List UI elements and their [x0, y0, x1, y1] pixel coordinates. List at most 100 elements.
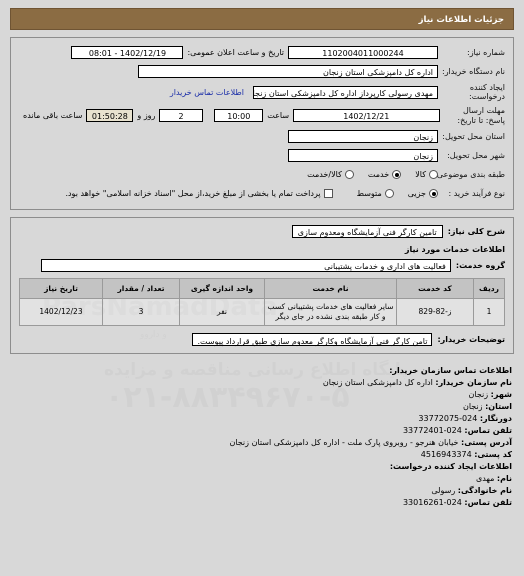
delivery-city-row: شهر محل تحویل: زنجان [19, 149, 505, 163]
remaining-days-value: 2 [159, 109, 203, 123]
contact-address-row: آدرس پستی: خیابان هنرجو - روبروی پارک مل… [10, 437, 512, 449]
creator-last-name-label: نام خانوادگی: [457, 486, 512, 495]
need-number-label: شماره نیاز: [467, 47, 505, 57]
delivery-province-label: استان محل تحویل: [442, 132, 505, 142]
org-name-row: نام سازمان خریدار: اداره کل دامپزشکی است… [10, 377, 512, 389]
table-column-header: نام خدمت [264, 277, 397, 299]
creator-value: مهدی رسولی کارپرداز اداره کل دامپزشکی اس… [253, 85, 438, 99]
contact-province-row: استان: زنجان [10, 401, 512, 413]
cell-service-name: سایر فعالیت های خدمات پشتیبانی کسب و کار… [264, 297, 397, 327]
delivery-city-label: شهر محل تحویل: [447, 151, 505, 161]
buyer-org-row: نام دستگاه خریدار: اداره کل دامپزشکی است… [19, 64, 505, 78]
contact-city-label: شهر: [490, 390, 512, 399]
cell-service-code: ز-82-829 [396, 297, 474, 327]
contact-fax-value: 33772075-024 [418, 414, 478, 423]
countdown-timer: 01:50:28 [86, 109, 134, 123]
service-group-row: گروه خدمت: فعالیت های اداری و خدمات پشتی… [19, 259, 505, 273]
buyer-notes-value: تامن کارگر فنی آزمایشگاه وکارگر معدوم سا… [192, 333, 433, 346]
radio-icon[interactable] [392, 170, 402, 180]
radio-icon[interactable] [384, 189, 394, 199]
cell-row-index: 1 [473, 297, 505, 327]
deadline-time-value: 10:00 [214, 109, 264, 123]
buyer-notes-row: توضیحات خریدار: تامن کارگر فنی آزمایشگاه… [19, 333, 505, 346]
contact-province-value: زنجان [462, 402, 483, 411]
need-info-panel: شماره نیاز: 1102004011000244 تاریخ و ساع… [10, 37, 514, 210]
remaining-days-label: روز و [137, 111, 156, 121]
creator-label: ایجاد کننده درخواست: [469, 83, 505, 102]
classification-option-label: کالا/خدمت [307, 170, 342, 180]
announce-datetime-label: تاریخ و ساعت اعلان عمومی: [187, 47, 284, 57]
contact-address-value: خیابان هنرجو - روبروی پارک ملت - اداره ک… [229, 438, 459, 447]
deadline-row: مهلت ارسال پاسخ: تا تاریخ: 1402/12/21 سا… [19, 106, 505, 124]
countdown-label: ساعت باقی مانده [23, 111, 83, 121]
creator-first-name-label: نام: [496, 474, 512, 483]
org-contact-section-title-text: اطلاعات تماس سازمان خریدار: [389, 366, 512, 375]
page-title: جزئیات اطلاعات نیاز [10, 8, 514, 30]
classification-option-label: خدمت [367, 170, 390, 180]
contact-address-label: آدرس پستی: [461, 438, 512, 447]
contact-postal-label: کد پستی: [474, 450, 512, 459]
buyer-org-label: نام دستگاه خریدار: [442, 66, 505, 76]
radio-icon[interactable] [344, 170, 354, 180]
creator-phone-label: تلفن تماس: [464, 498, 512, 507]
process-option-label: متوسط [356, 189, 382, 199]
classification-option-label: کالا [415, 170, 426, 180]
contact-phone-value: 33772401-024 [402, 426, 462, 435]
table-column-header: تاریخ نیاز [19, 277, 103, 299]
classification-option-khedmat[interactable]: خدمت [367, 170, 402, 180]
creator-last-name-value: رسولی [431, 486, 456, 495]
buyer-contact-link[interactable]: اطلاعات تماس خریدار [170, 88, 244, 97]
creator-contact-section-title-text: اطلاعات ایجاد کننده درخواست: [389, 462, 512, 471]
content-container: جزئیات اطلاعات نیاز شماره نیاز: 11020040… [0, 0, 524, 354]
services-panel: شرح کلی نیاز: تامین کارگر فنی آزمایشگاه … [10, 216, 514, 354]
deadline-date-value: 1402/12/21 [293, 109, 440, 123]
process-option-jozi[interactable]: جزیی [408, 189, 438, 199]
creator-phone-value: 33016261-024 [402, 498, 462, 507]
need-summary-label: شرح کلی نیاز: [447, 227, 505, 237]
contact-city-value: زنجان [468, 390, 489, 399]
contact-info-block: اطلاعات تماس سازمان خریدار: نام سازمان خ… [0, 361, 524, 509]
contact-city-row: شهر: زنجان [10, 389, 512, 401]
need-number-row: شماره نیاز: 1102004011000244 تاریخ و ساع… [19, 45, 505, 59]
cell-quantity: 3 [102, 297, 180, 327]
creator-phone-row: تلفن تماس: 33016261-024 [10, 497, 512, 509]
checkbox-icon[interactable] [323, 189, 333, 199]
contact-phone-label: تلفن تماس: [464, 426, 512, 435]
creator-row: ایجاد کننده درخواست: مهدی رسولی کارپرداز… [19, 83, 505, 101]
org-contact-section-title: اطلاعات تماس سازمان خریدار: [10, 365, 512, 377]
radio-icon[interactable] [429, 170, 438, 180]
org-name-label: نام سازمان خریدار: [435, 378, 512, 387]
contact-province-label: استان: [485, 402, 512, 411]
delivery-province-value: زنجان [288, 130, 438, 144]
service-group-label: گروه خدمت: [455, 261, 505, 271]
hour-label: ساعت [267, 111, 290, 121]
table-column-header: واحد اندازه گیری [179, 277, 265, 299]
services-table: ردیف کد خدمت نام خدمت واحد اندازه گیری ت… [19, 277, 505, 327]
creator-contact-section-title: اطلاعات ایجاد کننده درخواست: [10, 461, 512, 473]
contact-fax-row: دورنگار: 33772075-024 [10, 413, 512, 425]
classification-label: طبقه بندی موضوعی: [434, 170, 505, 180]
page-root: ParsNamadData پایگاه اطلاع رسانی مناقصه … [0, 0, 524, 576]
contact-postal-row: کد پستی: 4516943374 [10, 449, 512, 461]
contact-phone-row: تلفن تماس: 33772401-024 [10, 425, 512, 437]
contact-fax-label: دورنگار: [479, 414, 512, 423]
contact-postal-value: 4516943374 [420, 450, 472, 459]
cell-need-date: 1402/12/23 [19, 297, 103, 327]
table-column-header: کد خدمت [396, 277, 474, 299]
delivery-city-value: زنجان [288, 149, 438, 163]
classification-option-kala-khedmat[interactable]: کالا/خدمت [307, 170, 354, 180]
creator-first-name-row: نام: مهدی [10, 473, 512, 485]
announce-datetime-value: 1402/12/19 - 08:01 [71, 45, 184, 59]
treasury-checkbox-group[interactable]: پرداخت تمام یا بخشی از مبلغ خرید،از محل … [65, 189, 333, 199]
cell-unit: نفر [179, 297, 265, 327]
classification-row: طبقه بندی موضوعی: کالا خدمت کالا/خدمت [19, 168, 505, 182]
process-type-row: نوع فرآیند خرید : جزیی متوسط پرداخت تمام… [19, 187, 505, 201]
buyer-org-value: اداره کل دامپزشکی استان زنجان [138, 64, 438, 78]
services-section-title: اطلاعات خدمات مورد نیاز [404, 244, 505, 254]
process-option-motevaset[interactable]: متوسط [356, 189, 394, 199]
delivery-province-row: استان محل تحویل: زنجان [19, 130, 505, 144]
classification-option-kala[interactable]: کالا [415, 170, 438, 180]
radio-icon[interactable] [429, 189, 438, 199]
table-column-header: ردیف [473, 277, 505, 299]
org-name-value: اداره کل دامپزشکی استان زنجان [322, 378, 433, 387]
